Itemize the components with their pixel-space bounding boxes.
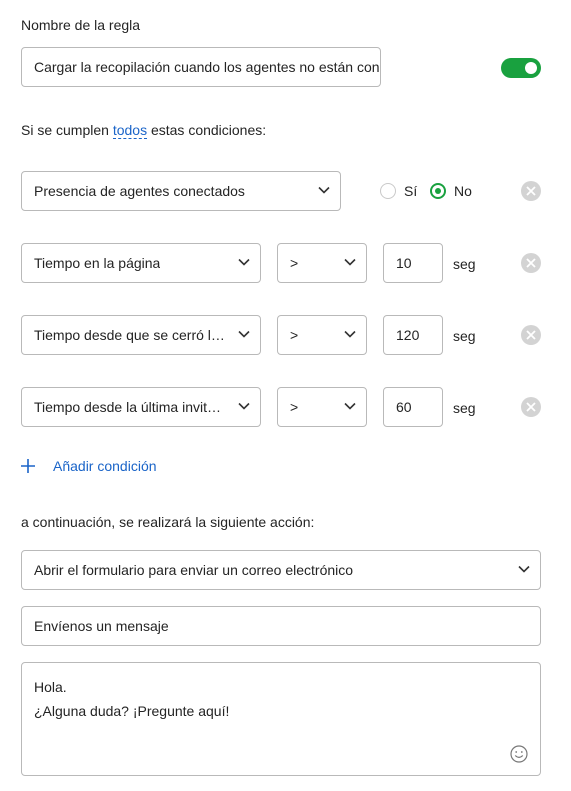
remove-condition-button[interactable]: [521, 325, 541, 345]
condition-field-value: Presencia de agentes conectados: [34, 183, 245, 199]
condition-field-select[interactable]: Presencia de agentes conectados: [21, 171, 341, 211]
message-textarea[interactable]: Hola. ¿Alguna duda? ¡Pregunte aquí!: [21, 662, 541, 776]
condition-value: 60: [396, 399, 412, 415]
chevron-down-icon: [344, 402, 356, 410]
chevron-down-icon: [518, 565, 530, 573]
chevron-down-icon: [344, 330, 356, 338]
subject-input[interactable]: Envíenos un mensaje: [21, 606, 541, 646]
condition-value-input[interactable]: 120: [383, 315, 443, 355]
condition-value-input[interactable]: 10: [383, 243, 443, 283]
condition-field-select[interactable]: Tiempo desde la última invita...: [21, 387, 261, 427]
rule-name-input[interactable]: Cargar la recopilación cuando los agente…: [21, 47, 381, 87]
action-label: a continuación, se realizará la siguient…: [21, 514, 315, 530]
emoji-icon[interactable]: [510, 745, 528, 763]
condition-value: 10: [396, 255, 412, 271]
condition-field-value: Tiempo desde que se cerró la ...: [34, 327, 226, 343]
condition-value: 120: [396, 327, 420, 343]
add-condition-label: Añadir condición: [53, 458, 157, 474]
condition-field-value: Tiempo en la página: [34, 255, 161, 271]
operator-select[interactable]: >: [277, 387, 367, 427]
action-value: Abrir el formulario para enviar un corre…: [34, 562, 354, 578]
add-condition-button[interactable]: Añadir condición: [21, 458, 157, 474]
unit-label: seg: [453, 328, 476, 344]
condition-field-select[interactable]: Tiempo desde que se cerró la ...: [21, 315, 261, 355]
operator-select[interactable]: >: [277, 243, 367, 283]
close-icon: [526, 258, 536, 268]
unit-label: seg: [453, 256, 476, 272]
operator-value: >: [290, 255, 299, 271]
chevron-down-icon: [238, 330, 250, 338]
radio-no[interactable]: No: [430, 183, 472, 199]
condition-field-value: Tiempo desde la última invita...: [34, 399, 226, 415]
radio-yes-dot: [380, 183, 396, 199]
remove-condition-button[interactable]: [521, 181, 541, 201]
unit-label: seg: [453, 400, 476, 416]
toggle-knob: [525, 62, 537, 74]
radio-yes[interactable]: Sí: [380, 183, 417, 199]
remove-condition-button[interactable]: [521, 253, 541, 273]
chevron-down-icon: [238, 402, 250, 410]
message-line: Hola.: [34, 679, 67, 695]
rule-name-label: Nombre de la regla: [21, 17, 141, 33]
operator-value: >: [290, 327, 299, 343]
chevron-down-icon: [238, 258, 250, 266]
conditions-header: Si se cumplen todos estas condiciones:: [21, 122, 267, 139]
operator-value: >: [290, 399, 299, 415]
rule-name-value: Cargar la recopilación cuando los agente…: [34, 59, 380, 75]
chevron-down-icon: [318, 186, 330, 194]
conditions-prefix: Si se cumplen: [21, 122, 109, 138]
message-line: ¿Alguna duda? ¡Pregunte aquí!: [34, 703, 230, 719]
radio-no-label: No: [454, 183, 472, 199]
action-select[interactable]: Abrir el formulario para enviar un corre…: [21, 550, 541, 590]
plus-icon: [21, 459, 35, 473]
remove-condition-button[interactable]: [521, 397, 541, 417]
close-icon: [526, 330, 536, 340]
subject-value: Envíenos un mensaje: [34, 618, 169, 634]
radio-yes-label: Sí: [404, 183, 418, 199]
condition-value-input[interactable]: 60: [383, 387, 443, 427]
radio-no-dot: [430, 183, 446, 199]
rule-enabled-toggle[interactable]: [501, 58, 541, 78]
close-icon: [526, 402, 536, 412]
conditions-suffix: estas condiciones:: [150, 122, 267, 138]
close-icon: [526, 186, 536, 196]
match-type-dropdown[interactable]: todos: [112, 122, 148, 139]
condition-field-select[interactable]: Tiempo en la página: [21, 243, 261, 283]
operator-select[interactable]: >: [277, 315, 367, 355]
chevron-down-icon: [344, 258, 356, 266]
